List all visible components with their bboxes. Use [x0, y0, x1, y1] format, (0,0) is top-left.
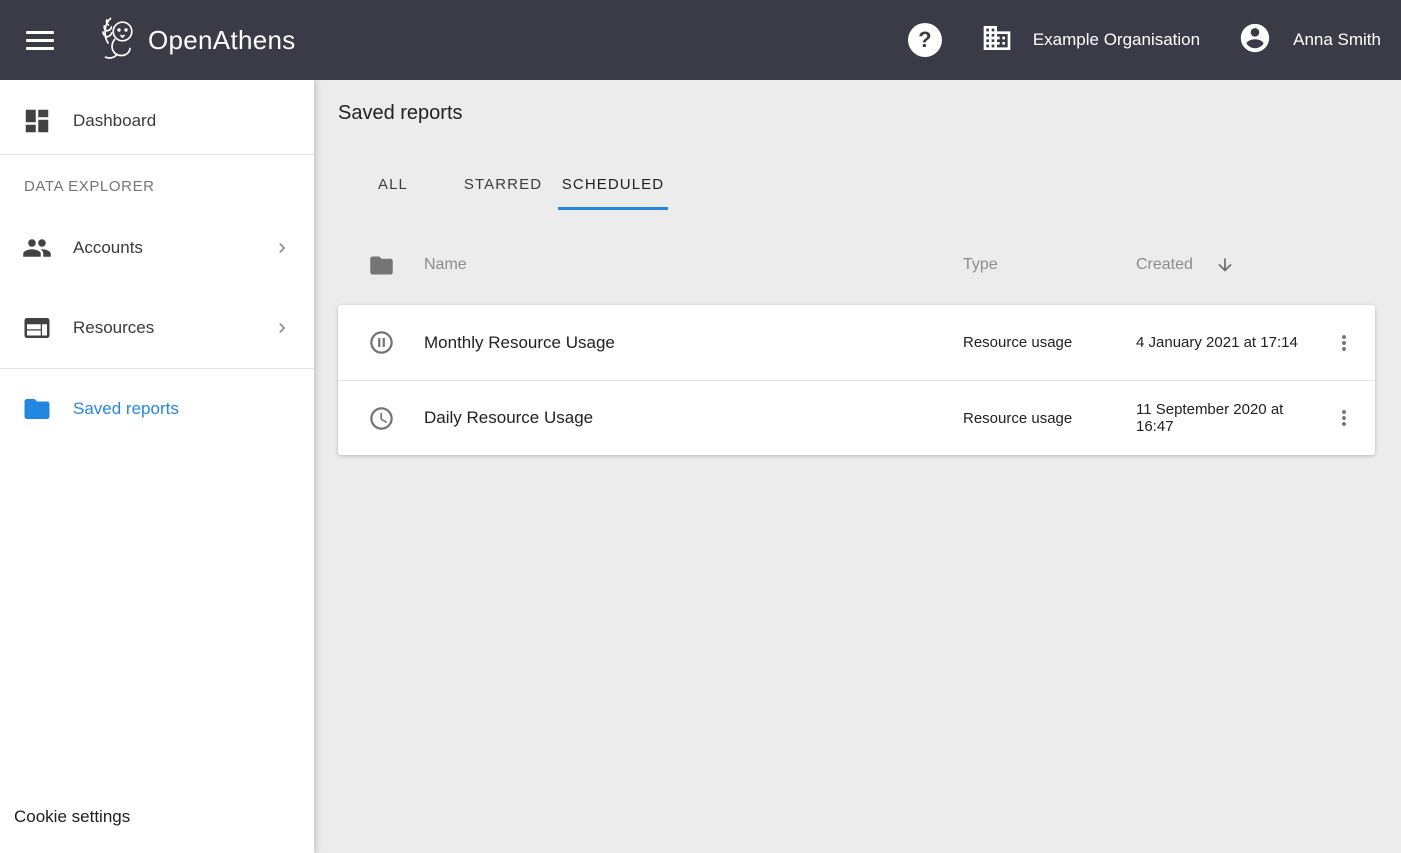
clock-icon [338, 405, 424, 432]
openathens-admin-app: OpenAthens ? Example Organisation Anna [0, 0, 1401, 853]
column-header-created[interactable]: Created [1136, 255, 1319, 275]
sidebar-item-label: Resources [73, 318, 154, 338]
sidebar-item-label: Accounts [73, 238, 143, 258]
hamburger-menu-icon[interactable] [26, 31, 54, 50]
accounts-people-icon [22, 233, 52, 263]
tab-scheduled[interactable]: SCHEDULED [558, 158, 668, 210]
sidebar-item-accounts[interactable]: Accounts [0, 215, 314, 281]
page-title: Saved reports [338, 102, 1375, 125]
organisation-switcher[interactable]: Example Organisation [981, 22, 1200, 59]
column-header-type[interactable]: Type [963, 256, 1136, 274]
account-circle-icon [1238, 21, 1272, 60]
resources-icon [22, 313, 52, 343]
chevron-right-icon [272, 238, 292, 258]
report-type: Resource usage [963, 410, 1136, 427]
sidebar-item-dashboard[interactable]: Dashboard [0, 88, 314, 154]
help-icon[interactable]: ? [908, 23, 942, 57]
building-icon [981, 22, 1013, 59]
main-content: Saved reports ALL STARRED SCHEDULED Name… [314, 80, 1401, 853]
openathens-owl-icon [95, 15, 141, 66]
kebab-menu-icon[interactable] [1332, 406, 1356, 430]
pause-circle-icon [338, 329, 424, 356]
chevron-right-icon [272, 318, 292, 338]
app-bar-actions: ? Example Organisation Anna Smith [908, 21, 1381, 60]
saved-reports-list: Monthly Resource Usage Resource usage 4 … [338, 305, 1375, 455]
column-header-name[interactable]: Name [424, 256, 963, 274]
brand-name: OpenAthens [148, 25, 296, 56]
sidebar-item-label: Saved reports [73, 399, 179, 419]
tab-all[interactable]: ALL [338, 158, 448, 210]
report-created: 11 September 2020 at 16:47 [1136, 401, 1319, 435]
sidebar: Dashboard DATA EXPLORER Accounts [0, 80, 314, 853]
sidebar-divider [0, 368, 314, 369]
column-header-created-label: Created [1136, 256, 1193, 274]
kebab-menu-icon[interactable] [1332, 331, 1356, 355]
user-menu[interactable]: Anna Smith [1238, 21, 1381, 60]
table-header-row: Name Type Created [338, 235, 1375, 295]
app-bar: OpenAthens ? Example Organisation Anna [0, 0, 1401, 80]
table-row[interactable]: Monthly Resource Usage Resource usage 4 … [338, 305, 1375, 380]
sidebar-item-label: Dashboard [73, 111, 156, 131]
cookie-settings-link[interactable]: Cookie settings [14, 807, 130, 827]
sidebar-section-label: DATA EXPLORER [0, 155, 314, 215]
report-name: Monthly Resource Usage [424, 333, 963, 353]
tab-bar: ALL STARRED SCHEDULED [338, 158, 1375, 210]
report-created: 4 January 2021 at 17:14 [1136, 334, 1319, 351]
brand-logo: OpenAthens [95, 15, 296, 66]
tab-starred[interactable]: STARRED [448, 158, 558, 210]
table-row[interactable]: Daily Resource Usage Resource usage 11 S… [338, 380, 1375, 455]
arrow-down-icon [1215, 255, 1235, 275]
organisation-name: Example Organisation [1033, 30, 1200, 50]
report-name: Daily Resource Usage [424, 408, 963, 428]
report-type: Resource usage [963, 334, 1136, 351]
folder-icon [338, 252, 424, 279]
user-name: Anna Smith [1293, 30, 1381, 50]
dashboard-icon [22, 106, 52, 136]
folder-icon [22, 394, 52, 424]
sidebar-item-resources[interactable]: Resources [0, 295, 314, 361]
sidebar-item-saved-reports[interactable]: Saved reports [0, 376, 314, 442]
